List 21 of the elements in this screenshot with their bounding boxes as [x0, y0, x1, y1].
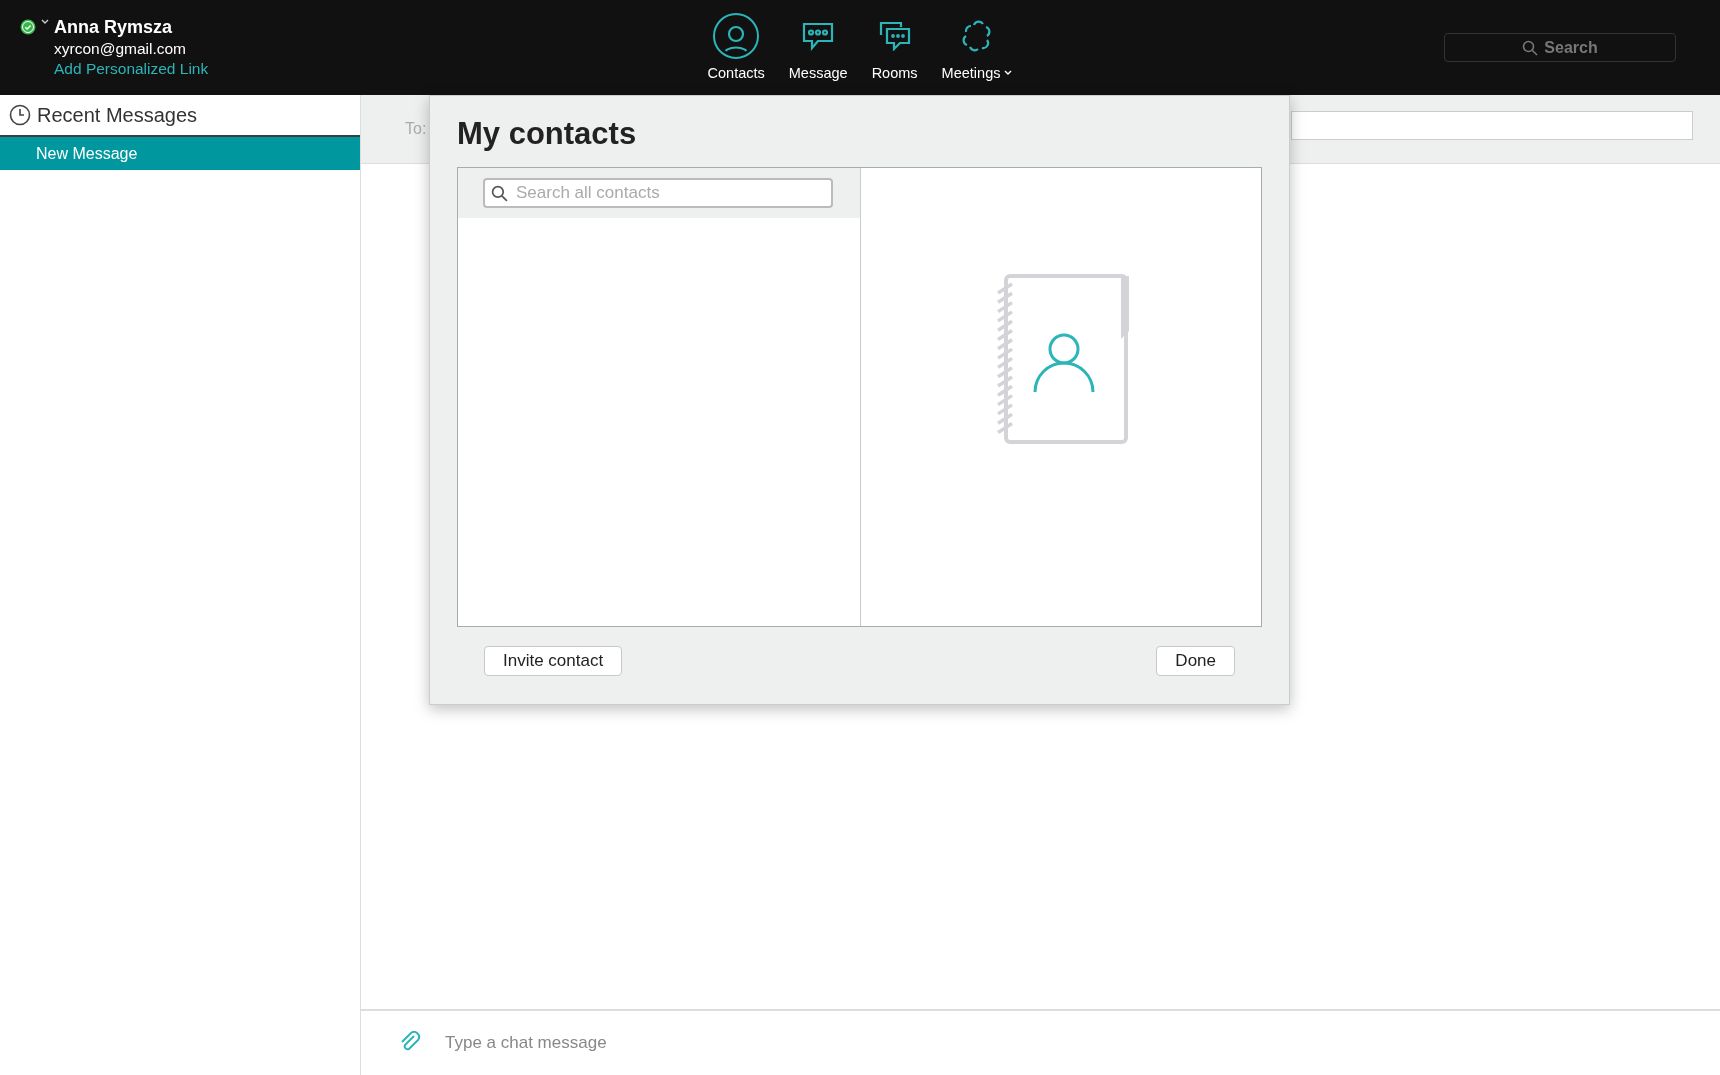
status-caret-icon	[41, 19, 49, 25]
invite-contact-button[interactable]: Invite contact	[484, 646, 623, 676]
to-label: To:	[405, 120, 427, 138]
nav-tab[interactable]: Contacts	[703, 13, 769, 81]
chat-input[interactable]: Type a chat message	[443, 1032, 1047, 1054]
user-name: Anna Rymsza	[54, 17, 174, 38]
dialog-title: My contacts	[457, 116, 638, 152]
nav-tab[interactable]: Message	[784, 13, 852, 81]
personalized-link[interactable]: Add Personalized Link	[54, 60, 209, 78]
sidebar-title: Recent Messages	[37, 103, 198, 127]
search-icon	[491, 185, 508, 202]
search-icon	[1522, 39, 1539, 56]
search-field[interactable]: Search	[1444, 33, 1676, 62]
nav-tab[interactable]: Rooms	[867, 13, 922, 81]
done-button[interactable]: Done	[1156, 646, 1235, 676]
contact-search-field[interactable]: Search all contacts	[483, 178, 833, 208]
sidebar-item[interactable]: New Message	[0, 137, 360, 170]
recipient-field[interactable]	[1291, 110, 1693, 140]
nav-tab[interactable]: Meetings	[937, 13, 1017, 81]
clock-icon	[9, 104, 31, 126]
user-email: xyrcon@gmail.com	[54, 40, 187, 58]
